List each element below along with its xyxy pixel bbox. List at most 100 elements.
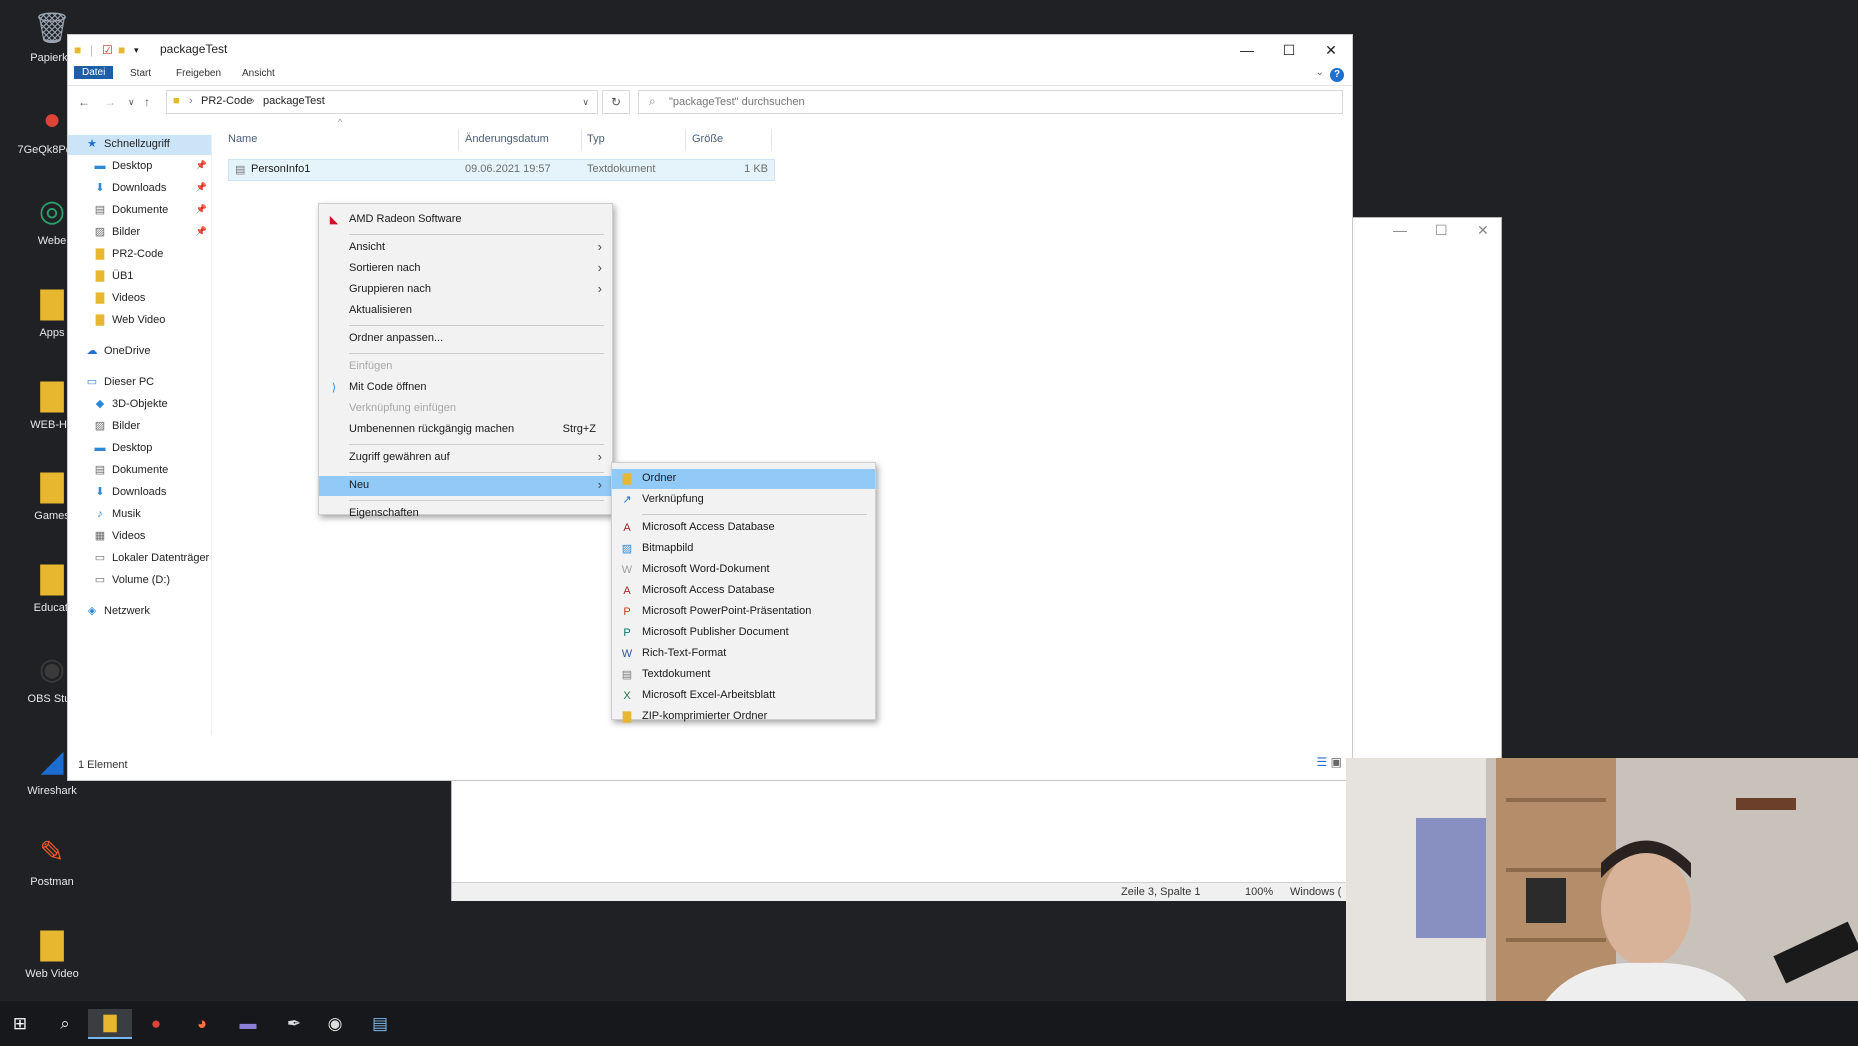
sidebar-item-label: OneDrive — [104, 345, 151, 357]
sidebar-item-dokumente[interactable]: ▤ Dokumente 📌 — [68, 201, 211, 221]
details-view-icon[interactable]: ☰ — [1317, 755, 1328, 769]
menu-item-mit-code-ffnen[interactable]: ⟩ Mit Code öffnen — [319, 378, 612, 398]
menu-item-microsoft-publisher-document[interactable]: P Microsoft Publisher Document — [612, 623, 875, 643]
menu-item-ansicht[interactable]: Ansicht › — [319, 238, 612, 258]
minimize-icon[interactable]: — — [1393, 222, 1407, 238]
sidebar-item-dieser-pc[interactable]: ▭ Dieser PC — [68, 373, 211, 393]
menu-item-microsoft-excel-arbeitsblatt[interactable]: X Microsoft Excel-Arbeitsblatt — [612, 686, 875, 706]
sidebar-item-bilder[interactable]: ▨ Bilder — [68, 417, 211, 437]
sidebar-item-downloads[interactable]: ⬇ Downloads — [68, 483, 211, 503]
menu-item-eigenschaften[interactable]: Eigenschaften — [319, 504, 612, 524]
properties-icon[interactable]: ☑ — [102, 43, 113, 57]
inkscape-icon[interactable]: ✒ — [279, 1009, 309, 1039]
breadcrumb-pr2-code[interactable]: PR2-Code — [201, 95, 252, 107]
desktop-icon-postman[interactable]: ✎ Postman — [12, 832, 92, 889]
sidebar-item-desktop[interactable]: ▬ Desktop — [68, 439, 211, 459]
search-box[interactable]: ⌕ — [638, 90, 1343, 114]
sidebar-item-volume-d-[interactable]: ▭ Volume (D:) — [68, 571, 211, 591]
folder-icon: ▇ — [95, 292, 105, 304]
sidebar-item-desktop[interactable]: ▬ Desktop 📌 — [68, 157, 211, 177]
menu-item-umbenennen-r-ckg-ngig-machen[interactable]: Umbenennen rückgängig machen Strg+Z — [319, 420, 612, 440]
large-icons-view-icon[interactable]: ▣ — [1331, 755, 1342, 769]
obs-icon[interactable]: ◉ — [320, 1009, 350, 1039]
sidebar-item-netzwerk[interactable]: ◈ Netzwerk — [68, 602, 211, 622]
sidebar-item-videos[interactable]: ▦ Videos — [68, 527, 211, 547]
close-icon[interactable]: ✕ — [1477, 222, 1489, 239]
close-button[interactable]: ✕ — [1310, 37, 1352, 63]
menu-item-zip-komprimierter-ordner[interactable]: ▇ ZIP-komprimierter Ordner — [612, 707, 875, 727]
menu-item-neu[interactable]: Neu › — [319, 476, 612, 496]
sidebar-item-pr2-code[interactable]: ▇ PR2-Code — [68, 245, 211, 265]
search-input[interactable] — [667, 93, 1331, 111]
maximize-button[interactable]: ☐ — [1268, 37, 1310, 63]
title-bar[interactable]: ■ | ☑ ■ ▾ packageTest — ☐ ✕ — [68, 35, 1352, 65]
sidebar-item-bilder[interactable]: ▨ Bilder 📌 — [68, 223, 211, 243]
tab-freigeben[interactable]: Freigeben — [176, 68, 221, 79]
search-icon[interactable]: ⌕ — [50, 1009, 80, 1039]
menu-item-sortieren-nach[interactable]: Sortieren nach › — [319, 259, 612, 279]
new-folder-icon[interactable]: ■ — [118, 43, 125, 57]
menu-item-microsoft-access-database[interactable]: A Microsoft Access Database — [612, 518, 875, 538]
menu-item-verkn-pfung-einf-gen[interactable]: Verknüpfung einfügen — [319, 399, 612, 419]
menu-item-label: Microsoft Word-Dokument — [642, 563, 770, 575]
tab-datei[interactable]: Datei — [74, 66, 114, 79]
background-window[interactable]: — ☐ ✕ — [1352, 217, 1502, 759]
recent-chevron-icon[interactable]: ∨ — [128, 97, 135, 108]
sidebar-item-videos[interactable]: ▇ Videos — [68, 289, 211, 309]
menu-item-gruppieren-nach[interactable]: Gruppieren nach › — [319, 280, 612, 300]
sidebar-item-downloads[interactable]: ⬇ Downloads 📌 — [68, 179, 211, 199]
sidebar-item--b1[interactable]: ▇ ÜB1 — [68, 267, 211, 287]
sidebar-item-lokaler-datentr-ger[interactable]: ▭ Lokaler Datenträger — [68, 549, 211, 569]
forward-arrow-icon[interactable]: → — [104, 95, 116, 109]
sidebar-item-3d-objekte[interactable]: ◆ 3D-Objekte — [68, 395, 211, 415]
menu-item-microsoft-access-database[interactable]: A Microsoft Access Database — [612, 581, 875, 601]
desktop-icon-web-video[interactable]: ▇ Web Video — [12, 924, 92, 981]
windows-start-icon[interactable]: ⊞ — [5, 1009, 35, 1039]
customize-chevron-icon[interactable]: ▾ — [134, 45, 139, 56]
menu-item-amd-radeon-software[interactable]: ◣ AMD Radeon Software — [319, 210, 612, 230]
address-dropdown-icon[interactable]: ∨ — [582, 97, 589, 108]
menu-item-verkn-pfung[interactable]: ↗ Verknüpfung — [612, 490, 875, 510]
file-row[interactable]: ▤ PersonInfo1 09.06.2021 19:57 Textdokum… — [228, 159, 775, 181]
address-bar[interactable]: ■ › PR2-Code › packageTest ∨ — [166, 90, 598, 114]
menu-item-rich-text-format[interactable]: W Rich-Text-Format — [612, 644, 875, 664]
menu-item-aktualisieren[interactable]: Aktualisieren — [319, 301, 612, 321]
expand-ribbon-icon[interactable]: ⌄ — [1316, 67, 1324, 78]
chrome-icon[interactable]: ● — [141, 1009, 171, 1039]
sidebar-item-schnellzugriff[interactable]: ★ Schnellzugriff — [68, 135, 211, 155]
menu-item-microsoft-powerpoint-pr-sentation[interactable]: P Microsoft PowerPoint-Präsentation — [612, 602, 875, 622]
tab-start[interactable]: Start — [130, 68, 151, 79]
help-icon[interactable]: ? — [1330, 68, 1344, 82]
file-explorer-icon[interactable]: ▇ — [88, 1009, 132, 1039]
firefox-icon[interactable]: ◕ — [187, 1009, 217, 1039]
refresh-button[interactable]: ↻ — [602, 90, 630, 114]
maximize-icon[interactable]: ☐ — [1435, 222, 1448, 239]
menu-item-microsoft-word-dokument[interactable]: W Microsoft Word-Dokument — [612, 560, 875, 580]
column-type[interactable]: Typ — [587, 133, 605, 145]
sidebar-item-label: ÜB1 — [112, 270, 134, 282]
menu-item-zugriff-gew-hren-auf[interactable]: Zugriff gewähren auf › — [319, 448, 612, 468]
column-name[interactable]: Name — [228, 133, 257, 145]
cube-icon: ◆ — [95, 398, 105, 410]
tab-ansicht[interactable]: Ansicht — [242, 68, 275, 79]
chevron-right-icon: › — [597, 281, 602, 296]
menu-item-ordner-anpassen[interactable]: Ordner anpassen... — [319, 329, 612, 349]
sidebar-item-dokumente[interactable]: ▤ Dokumente — [68, 461, 211, 481]
menu-item-bitmapbild[interactable]: ▨ Bitmapbild — [612, 539, 875, 559]
column-date[interactable]: Änderungsdatum — [465, 133, 549, 145]
menu-item-einf-gen[interactable]: Einfügen — [319, 357, 612, 377]
sidebar-item-onedrive[interactable]: ☁ OneDrive — [68, 342, 211, 362]
folder-icon: ▇ — [40, 927, 64, 961]
minimize-button[interactable]: — — [1226, 37, 1268, 63]
access-icon: A — [623, 585, 631, 597]
sidebar-item-musik[interactable]: ♪ Musik — [68, 505, 211, 525]
column-size[interactable]: Größe — [692, 133, 723, 145]
sidebar-item-web-video[interactable]: ▇ Web Video — [68, 311, 211, 331]
up-arrow-icon[interactable]: ↑ — [144, 95, 150, 109]
notepad-icon[interactable]: ▤ — [365, 1009, 395, 1039]
menu-item-ordner[interactable]: ▇ Ordner — [612, 469, 875, 489]
menu-item-textdokument[interactable]: ▤ Textdokument — [612, 665, 875, 685]
breadcrumb-packagetest[interactable]: packageTest — [263, 95, 325, 107]
terminal-icon[interactable]: ▬ — [233, 1009, 263, 1039]
back-arrow-icon[interactable]: ← — [78, 95, 90, 109]
